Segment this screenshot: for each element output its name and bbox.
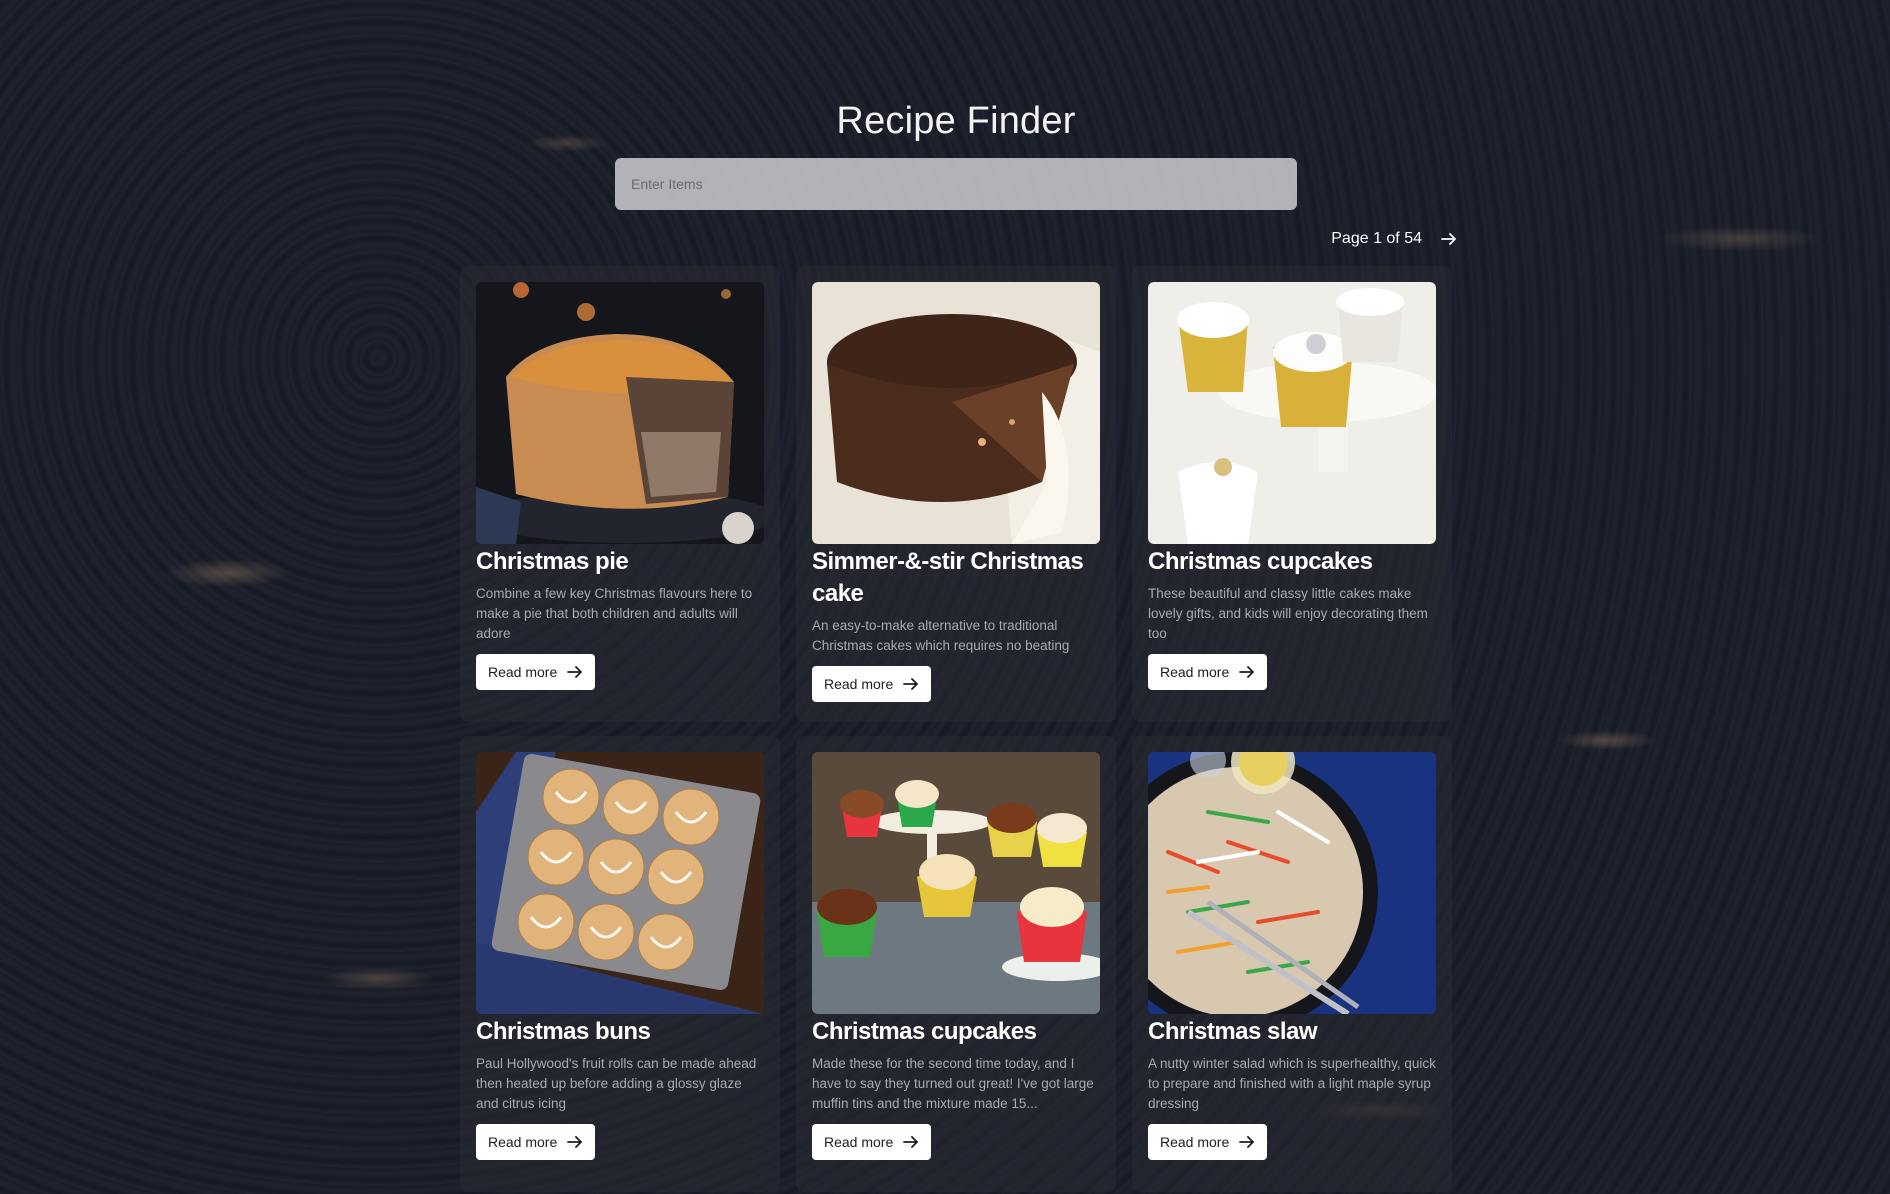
arrow-right-icon (1441, 233, 1456, 245)
recipe-card: Christmas cupcakes Made these for the se… (796, 736, 1116, 1192)
read-more-label: Read more (488, 1134, 558, 1150)
arrow-right-icon (567, 666, 583, 678)
recipe-title: Christmas slaw (1148, 1018, 1318, 1045)
recipe-description: Made these for the second time today, an… (812, 1056, 1094, 1111)
recipe-card: Christmas pie Combine a few key Christma… (460, 266, 780, 722)
recipe-description: An easy-to-make alternative to tradition… (812, 618, 1070, 653)
recipe-title: Christmas cupcakes (1148, 548, 1373, 575)
recipe-card: Simmer-&-stir Christmas cake An easy-to-… (796, 266, 1116, 722)
read-more-label: Read more (824, 676, 894, 692)
recipe-image (476, 282, 764, 544)
read-more-button[interactable]: Read more (812, 1124, 932, 1160)
arrow-right-icon (1239, 1136, 1255, 1148)
recipe-description: Paul Hollywood's fruit rolls can be made… (476, 1056, 757, 1111)
read-more-label: Read more (488, 664, 558, 680)
recipe-image (812, 752, 1100, 1014)
read-more-button[interactable]: Read more (476, 654, 596, 690)
recipe-image (476, 752, 764, 1014)
read-more-button[interactable]: Read more (1148, 654, 1268, 690)
recipe-description: A nutty winter salad which is superhealt… (1148, 1056, 1436, 1111)
read-more-label: Read more (1160, 664, 1230, 680)
recipe-description: These beautiful and classy little cakes … (1148, 586, 1428, 641)
arrow-right-icon (567, 1136, 583, 1148)
christmas-slaw-photo (1148, 752, 1436, 1014)
next-page-button[interactable] (1438, 228, 1460, 250)
read-more-button[interactable]: Read more (476, 1124, 596, 1160)
page: Recipe Finder Page 1 of 54 (0, 0, 1890, 1194)
recipe-title: Christmas cupcakes (812, 1018, 1037, 1045)
read-more-button[interactable]: Read more (1148, 1124, 1268, 1160)
recipe-title: Christmas buns (476, 1018, 651, 1045)
christmas-buns-photo (476, 752, 764, 1014)
christmas-pie-photo (476, 282, 764, 544)
recipe-title: Simmer-&-stir Christmas cake (812, 548, 1084, 607)
page-title: Recipe Finder (836, 100, 1076, 142)
white-cupcakes-photo (1148, 282, 1436, 544)
christmas-cake-photo (812, 282, 1100, 544)
read-more-label: Read more (1160, 1134, 1230, 1150)
search-input[interactable] (615, 158, 1297, 210)
arrow-right-icon (903, 1136, 919, 1148)
arrow-right-icon (903, 678, 919, 690)
recipe-image (1148, 752, 1436, 1014)
read-more-label: Read more (824, 1134, 894, 1150)
recipe-title: Christmas pie (476, 548, 629, 575)
recipe-image (812, 282, 1100, 544)
recipe-description: Combine a few key Christmas flavours her… (476, 586, 753, 641)
recipe-card: Christmas cupcakes These beautiful and c… (1132, 266, 1452, 722)
page-indicator: Page 1 of 54 (1331, 230, 1422, 247)
recipe-grid: Christmas pie Combine a few key Christma… (460, 266, 1452, 1192)
recipe-card: Christmas slaw A nutty winter salad whic… (1132, 736, 1452, 1192)
recipe-image (1148, 282, 1436, 544)
colorful-cupcakes-photo (812, 752, 1100, 1014)
read-more-button[interactable]: Read more (812, 666, 932, 702)
pagination: Page 1 of 54 (1300, 228, 1460, 250)
recipe-card: Christmas buns Paul Hollywood's fruit ro… (460, 736, 780, 1192)
arrow-right-icon (1239, 666, 1255, 678)
